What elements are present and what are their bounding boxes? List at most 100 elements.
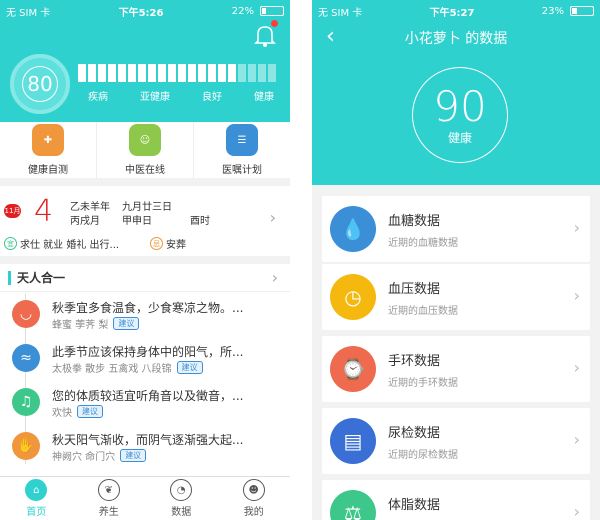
- health-score-ring: 90 健康: [412, 67, 508, 163]
- card-sub: 近期的血糖数据: [388, 238, 458, 249]
- tool-tcm-online[interactable]: ☺ 中医在线: [97, 122, 194, 178]
- health-score: 80: [22, 66, 58, 102]
- drop-icon: 💧: [330, 206, 376, 252]
- page-title: 小花萝卜 的数据: [404, 31, 508, 47]
- avoid-row: 忌安葬: [150, 236, 186, 251]
- music-icon: ♫: [12, 388, 40, 416]
- data-header: 无 SIM 卡 下午5:27 23% ‹ 小花萝卜 的数据 90 健康: [312, 0, 600, 185]
- card-sub: 近期的手环数据: [388, 378, 458, 389]
- health-score-ring: 80: [10, 54, 70, 114]
- health-level-labels: 疾病 亚健康 良好 健康: [88, 88, 274, 103]
- item-sub: 蜂蜜 荸荠 梨: [52, 320, 109, 331]
- item-sub: 欢快: [52, 408, 72, 419]
- chevron-right-icon: ›: [269, 208, 276, 227]
- day-number: 4: [34, 194, 54, 229]
- lunar-hour: 酉时: [190, 216, 210, 227]
- item-sub: 太极拳 散步 五禽戏 八段锦: [52, 364, 172, 375]
- phone-data-screen: 无 SIM 卡 下午5:27 23% ‹ 小花萝卜 的数据 90 健康 💧 血糖数…: [312, 0, 600, 520]
- level-label: 疾病: [88, 92, 108, 103]
- item-title: 此季节应该保持身体中的阳气，所...: [52, 345, 244, 359]
- clock: 下午5:26: [118, 7, 164, 19]
- list-item[interactable]: ≈ 此季节应该保持身体中的阳气，所... 太极拳 散步 五禽戏 八段锦 建议: [0, 338, 290, 382]
- item-title: 您的体质较适宜听角音以及徵音，...: [52, 389, 244, 403]
- carrier-label: 无 SIM 卡: [318, 7, 363, 19]
- back-chevron-icon[interactable]: ‹: [326, 24, 335, 49]
- bowl-icon: ◡: [12, 300, 40, 328]
- card-sub: 近期的尿检数据: [388, 450, 458, 461]
- tool-label: 健康自测: [28, 165, 68, 176]
- home-header: 无 SIM 卡 下午5:26 22% 80 疾病 亚健康 良好 健康: [0, 0, 290, 122]
- scale-icon: ⚖: [330, 490, 376, 520]
- suggest-tag: 建议: [120, 449, 147, 462]
- battery-icon: [570, 6, 594, 16]
- lunar-day: 甲申日: [122, 216, 152, 227]
- health-level-bar: [78, 64, 276, 82]
- notification-badge: [271, 20, 278, 27]
- avoid-icon: 忌: [150, 237, 163, 250]
- tool-health-test[interactable]: ✚ 健康自测: [0, 122, 97, 178]
- body-fat-card[interactable]: ⚖ 体脂数据 ›: [322, 480, 590, 520]
- suitable-icon: 宜: [4, 237, 17, 250]
- lunar-month: 丙戌月: [70, 216, 100, 227]
- chevron-right-icon: ›: [573, 218, 580, 237]
- leaf-icon: ❦: [97, 479, 120, 501]
- item-title: 秋天阳气渐收，而阴气逐渐强大起...: [52, 433, 244, 447]
- tab-label: 数据: [171, 507, 192, 518]
- phone-home-screen: 无 SIM 卡 下午5:26 22% 80 疾病 亚健康 良好 健康 ✚ 健康自测…: [0, 0, 290, 520]
- clock: 下午5:27: [429, 7, 475, 19]
- quick-tools: ✚ 健康自测 ☺ 中医在线 ☰ 医嘱计划: [0, 122, 290, 186]
- blood-pressure-card[interactable]: ◷ 血压数据 近期的血压数据 ›: [322, 264, 590, 330]
- home-icon: ⌂: [25, 479, 48, 501]
- tool-prescription-plan[interactable]: ☰ 医嘱计划: [194, 122, 290, 178]
- section-title: 天人合一: [17, 271, 66, 285]
- health-score: 90: [433, 81, 487, 131]
- user-icon: ☻: [242, 479, 265, 501]
- section-header[interactable]: 天人合一 ›: [0, 264, 290, 292]
- month-badge: 11月: [4, 204, 21, 218]
- tool-label: 中医在线: [125, 165, 165, 176]
- battery-percent: 22%: [231, 5, 254, 17]
- lunar-year: 乙未羊年: [70, 202, 110, 213]
- item-sub: 神阙穴 命门穴: [52, 452, 116, 463]
- almanac-card[interactable]: 11月 4 乙未羊年 丙戌月 九月廿三日 甲申日 酉时 › 宜求仕 就业 婚礼 …: [0, 186, 290, 264]
- list-item[interactable]: ✋ 秋天阳气渐收，而阴气逐渐强大起... 神阙穴 命门穴 建议: [0, 426, 290, 470]
- suggest-tag: 建议: [77, 405, 103, 418]
- card-title: 手环数据: [388, 354, 441, 369]
- chevron-right-icon: ›: [573, 286, 580, 305]
- health-score-label: 健康: [447, 130, 472, 145]
- suitable-row: 宜求仕 就业 婚礼 出行...: [4, 236, 119, 251]
- nav-bar: ‹ 小花萝卜 的数据: [312, 22, 600, 54]
- carrier-label: 无 SIM 卡: [6, 7, 51, 19]
- level-label: 良好: [202, 92, 222, 103]
- tool-label: 医嘱计划: [222, 165, 262, 176]
- lunar-date: 九月廿三日: [122, 202, 172, 213]
- blood-sugar-card[interactable]: 💧 血糖数据近期的血糖数据 ›: [322, 196, 590, 262]
- chevron-right-icon: ›: [271, 268, 278, 287]
- tab-mine[interactable]: ☻ 我的: [218, 477, 291, 520]
- band-card[interactable]: ⌚ 手环数据近期的手环数据 ›: [322, 336, 590, 402]
- watch-icon: ⌚: [330, 346, 376, 392]
- swim-icon: ≈: [12, 344, 40, 372]
- card-sub: 近期的血压数据: [388, 306, 458, 317]
- card-title: 体脂数据: [388, 498, 441, 513]
- tab-label: 首页: [26, 507, 47, 518]
- card-title: 血糖数据: [388, 214, 441, 229]
- avoid-text: 安葬: [166, 240, 186, 251]
- tab-home[interactable]: ⌂ 首页: [0, 477, 73, 520]
- tab-data[interactable]: ◔ 数据: [145, 477, 218, 520]
- doctor-icon: ☺: [129, 124, 161, 156]
- stethoscope-icon: ✚: [32, 124, 64, 156]
- card-title: 尿检数据: [388, 426, 441, 441]
- massage-icon: ✋: [12, 432, 40, 460]
- chevron-right-icon: ›: [573, 430, 580, 449]
- status-bar: 无 SIM 卡 下午5:26 22%: [0, 0, 290, 22]
- chevron-right-icon: ›: [573, 358, 580, 377]
- level-label: 亚健康: [140, 92, 170, 103]
- tab-bar: ⌂ 首页 ❦ 养生 ◔ 数据 ☻ 我的: [0, 476, 290, 520]
- suitable-text: 求仕 就业 婚礼 出行...: [20, 240, 120, 251]
- battery-icon: [260, 6, 284, 16]
- list-item[interactable]: ◡ 秋季宜多食温食，少食寒凉之物。... 蜂蜜 荸荠 梨建议: [0, 294, 290, 338]
- urine-test-card[interactable]: ▤ 尿检数据 近期的尿检数据 ›: [322, 408, 590, 474]
- tab-wellness[interactable]: ❦ 养生: [73, 477, 146, 520]
- list-item[interactable]: ♫ 您的体质较适宜听角音以及徵音，... 欢快 建议: [0, 382, 290, 426]
